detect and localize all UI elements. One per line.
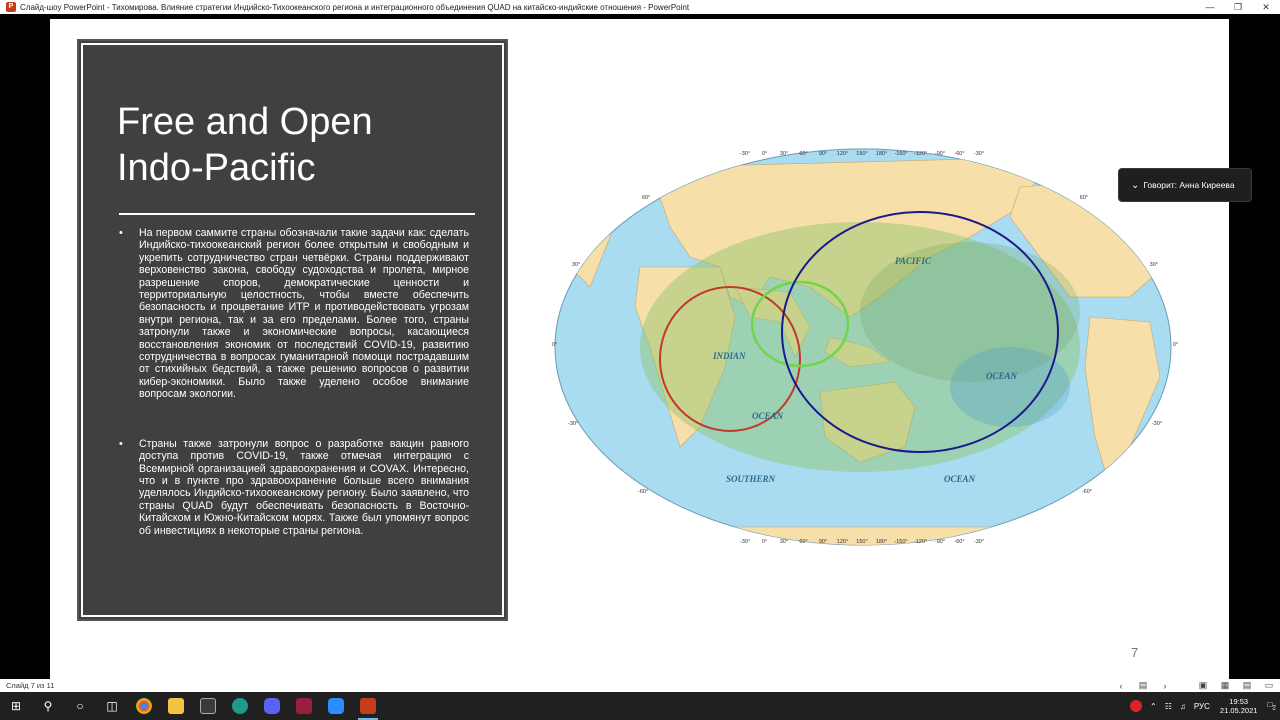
store-icon[interactable] xyxy=(192,692,224,720)
latitude-tick: 30° xyxy=(572,262,580,268)
slide-number: 7 xyxy=(1131,645,1139,660)
powerpoint-icon: P xyxy=(6,2,16,12)
time: 19:53 xyxy=(1229,697,1249,706)
longitude-tick: -150° xyxy=(894,151,907,157)
language-indicator[interactable]: РУС xyxy=(1194,702,1210,711)
chevron-up-icon[interactable]: ⌃ xyxy=(1150,702,1157,711)
longitude-tick: 90° xyxy=(819,539,827,545)
status-bar: Слайд 7 из 11 ‹ ▤ › ▣ ▦ ▤ ▭ xyxy=(0,679,1280,692)
slideshow-view-icon[interactable]: ▭ xyxy=(1258,680,1280,691)
latitude-tick: 30° xyxy=(1150,262,1158,268)
search-icon[interactable]: ⚲ xyxy=(32,692,64,720)
label-pacific: PACIFIC xyxy=(895,256,932,266)
menu-icon[interactable]: ▤ xyxy=(1132,680,1154,691)
longitude-tick: -90° xyxy=(935,539,945,545)
task-view-icon[interactable]: ◫ xyxy=(96,692,128,720)
longitude-tick: 150° xyxy=(856,539,867,545)
longitude-tick: 60° xyxy=(799,539,807,545)
longitude-tick: 120° xyxy=(837,539,848,545)
discord-icon[interactable] xyxy=(256,692,288,720)
network-icon[interactable]: ☷ xyxy=(1165,702,1172,711)
date: 21.05.2021 xyxy=(1219,706,1258,715)
bullet-item-1: На первом саммите страны обозначали таки… xyxy=(119,227,469,401)
chevron-down-icon: ⌄ xyxy=(1131,179,1140,191)
longitude-tick: 180° xyxy=(876,539,887,545)
volume-icon[interactable]: ♫ xyxy=(1180,702,1186,711)
slide-title: Free and Open Indo-Pacific xyxy=(117,99,477,191)
label-indian: INDIAN xyxy=(712,351,746,361)
clock[interactable]: 19:53 21.05.2021 xyxy=(1220,697,1258,715)
previous-slide-icon[interactable]: ‹ xyxy=(1110,681,1132,691)
windows-start-icon[interactable]: ⊞ xyxy=(0,692,32,720)
slide-title-line-2: Indo-Pacific xyxy=(117,147,316,189)
app-icon[interactable] xyxy=(288,692,320,720)
longitude-tick: 0° xyxy=(762,151,767,157)
longitude-tick: -120° xyxy=(914,151,927,157)
slideshow-stage[interactable]: Free and Open Indo-Pacific На первом сам… xyxy=(0,14,1280,679)
slide-sorter-icon[interactable]: ▦ xyxy=(1214,680,1236,691)
longitude-tick: -60° xyxy=(954,539,964,545)
longitude-tick: -150° xyxy=(894,539,907,545)
latitude-tick: -30° xyxy=(1152,421,1162,427)
longitude-tick: 180° xyxy=(876,151,887,157)
minimize-button[interactable]: — xyxy=(1196,0,1224,14)
label-southern: SOUTHERN xyxy=(726,474,776,484)
file-explorer-icon[interactable] xyxy=(160,692,192,720)
longitude-tick: -30° xyxy=(740,151,750,157)
reading-view-icon[interactable]: ▤ xyxy=(1236,680,1258,691)
system-tray: ⌃ ☷ ♫ РУС 19:53 21.05.2021 □2 xyxy=(1126,697,1280,715)
text-panel: Free and Open Indo-Pacific На первом сам… xyxy=(77,39,508,621)
notification-icon[interactable]: □2 xyxy=(1267,700,1276,712)
latitude-tick: -60° xyxy=(638,489,648,495)
longitude-tick: -90° xyxy=(935,151,945,157)
zoom-icon[interactable] xyxy=(320,692,352,720)
longitude-tick: 60° xyxy=(799,151,807,157)
app-tray-icon[interactable] xyxy=(1130,700,1142,712)
longitude-ticks-bottom: -30° 0° 30° 60° 90° 120° 150° 180° -150° -120° -90… xyxy=(740,539,984,545)
restore-button[interactable]: ❐ xyxy=(1224,0,1252,14)
latitude-tick: 0° xyxy=(552,342,557,348)
world-map: PACIFIC INDIAN OCEAN OCEAN SOUTHERN OCEA… xyxy=(550,147,1180,547)
longitude-tick: -30° xyxy=(740,539,750,545)
powerpoint-taskbar-icon[interactable] xyxy=(352,692,384,720)
bullet-list: На первом саммите страны обозначали таки… xyxy=(119,227,469,537)
label-southern-ocean: OCEAN xyxy=(944,474,976,484)
slide[interactable]: Free and Open Indo-Pacific На первом сам… xyxy=(50,19,1229,679)
longitude-tick: 120° xyxy=(837,151,848,157)
bullet-item-2: Страны также затронули вопрос о разработ… xyxy=(119,438,469,537)
speaker-notification[interactable]: ⌄ Говорит: Анна Киреева xyxy=(1118,168,1252,202)
longitude-tick: -120° xyxy=(914,539,927,545)
close-button[interactable]: ✕ xyxy=(1252,0,1280,14)
label-indian-ocean: OCEAN xyxy=(752,411,784,421)
longitude-tick: -30° xyxy=(974,151,984,157)
longitude-tick: 30° xyxy=(780,539,788,545)
longitude-tick: 30° xyxy=(780,151,788,157)
slide-counter: Слайд 7 из 11 xyxy=(6,681,55,690)
longitude-tick: 150° xyxy=(856,151,867,157)
speaker-text: Говорит: Анна Киреева xyxy=(1143,180,1235,190)
title-divider xyxy=(119,213,475,215)
window-title-bar: P Слайд-шоу PowerPoint - Тихомирова. Вли… xyxy=(0,0,1280,14)
latitude-tick: 0° xyxy=(1173,342,1178,348)
window-title: Слайд-шоу PowerPoint - Тихомирова. Влиян… xyxy=(20,2,690,12)
latitude-tick: 60° xyxy=(642,195,650,201)
longitude-tick: -60° xyxy=(954,151,964,157)
latitude-tick: -30° xyxy=(568,421,578,427)
notification-count: 2 xyxy=(1272,704,1276,712)
next-slide-icon[interactable]: › xyxy=(1154,681,1176,691)
normal-view-icon[interactable]: ▣ xyxy=(1192,680,1214,691)
longitude-tick: 90° xyxy=(819,151,827,157)
latitude-tick: -60° xyxy=(1082,489,1092,495)
latitude-tick: 60° xyxy=(1080,195,1088,201)
edge-icon[interactable] xyxy=(224,692,256,720)
taskbar: ⊞ ⚲ ○ ◫ ⌃ ☷ ♫ РУС 19:53 21.05.2021 □2 xyxy=(0,692,1280,720)
chrome-icon[interactable] xyxy=(128,692,160,720)
longitude-tick: 0° xyxy=(762,539,767,545)
label-pacific-ocean: OCEAN xyxy=(986,371,1018,381)
longitude-tick: -30° xyxy=(974,539,984,545)
slide-title-line-1: Free and Open xyxy=(117,101,373,143)
map-svg: PACIFIC INDIAN OCEAN OCEAN SOUTHERN OCEA… xyxy=(552,148,1178,546)
cortana-icon[interactable]: ○ xyxy=(64,692,96,720)
